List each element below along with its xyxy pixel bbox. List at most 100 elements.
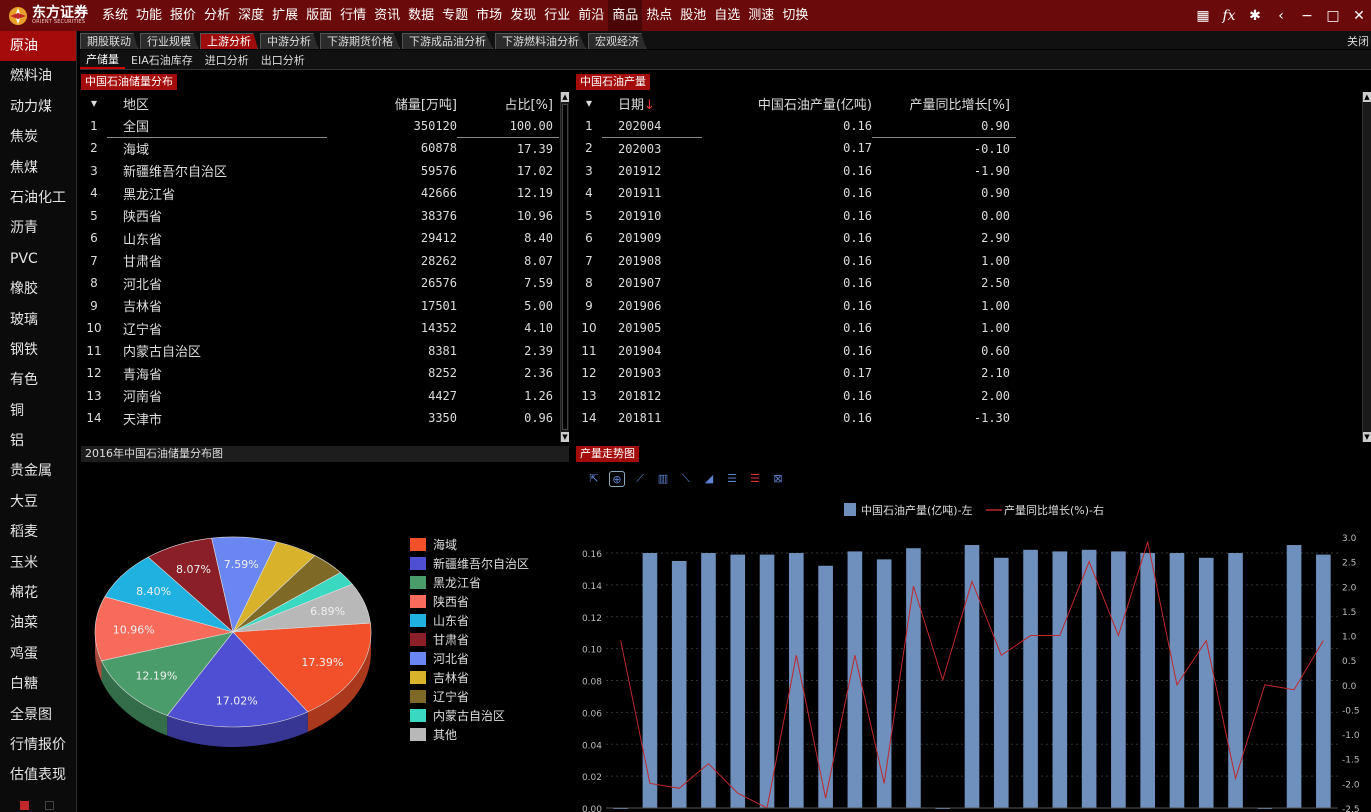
bar-5[interactable] [759, 554, 775, 808]
col-yoy[interactable]: 产量同比增长[%] [872, 92, 1016, 115]
bar-24[interactable] [1316, 554, 1331, 808]
table-row[interactable]: 12 青海省 8252 2.36 [81, 362, 559, 385]
legend-item[interactable]: 河北省 [410, 649, 529, 668]
sidebar-item-12[interactable]: 铜 [0, 396, 76, 426]
sidebar-item-18[interactable]: 棉花 [0, 578, 76, 608]
export-icon[interactable]: ⊠ [770, 471, 786, 487]
table-row[interactable]: 2 202003 0.17 -0.10 [576, 137, 1016, 160]
table-row[interactable]: 10 201905 0.16 1.00 [576, 317, 1016, 340]
menu-item-10[interactable]: 专题 [438, 0, 472, 31]
minimize-icon[interactable]: − [1299, 8, 1315, 24]
tab-0[interactable]: 期股联动 [80, 33, 138, 49]
sidebar-item-23[interactable]: 行情报价 [0, 730, 76, 760]
sidebar-item-24[interactable]: 估值表现 [0, 760, 76, 790]
sidebar-item-7[interactable]: PVC [0, 244, 76, 274]
sidebar-item-20[interactable]: 鸡蛋 [0, 639, 76, 669]
subtab-3[interactable]: 出口分析 [255, 52, 311, 68]
tab-1[interactable]: 行业规模 [140, 33, 198, 49]
legend-item[interactable]: 辽宁省 [410, 687, 529, 706]
gear-icon[interactable]: ✱ [1247, 8, 1263, 24]
bar-16[interactable] [1081, 549, 1097, 808]
table-row[interactable]: 6 山东省 29412 8.40 [81, 227, 559, 250]
grid-icon[interactable]: ▦ [1195, 8, 1211, 24]
bar-19[interactable] [1169, 553, 1185, 808]
bar-1[interactable] [642, 553, 658, 808]
sidebar-item-14[interactable]: 贵金属 [0, 456, 76, 486]
tab-4[interactable]: 下游期货价格 [320, 33, 400, 49]
subtab-0[interactable]: 产储量 [80, 51, 125, 69]
col-reserve[interactable]: 储量[万吨] [327, 92, 457, 115]
sidebar-item-17[interactable]: 玉米 [0, 548, 76, 578]
bar-17[interactable] [1111, 551, 1126, 808]
menu-item-4[interactable]: 深度 [234, 0, 268, 31]
menu-item-2[interactable]: 报价 [166, 0, 200, 31]
scroll-down-icon[interactable]: ▼ [1363, 432, 1371, 442]
table-row[interactable]: 4 201911 0.16 0.90 [576, 182, 1016, 205]
col-share[interactable]: 占比[%] [457, 92, 559, 115]
close-button[interactable]: 关闭 [1347, 33, 1369, 49]
bar-20[interactable] [1198, 557, 1214, 808]
zoom-icon[interactable]: ⊕ [609, 471, 625, 487]
legend-item[interactable]: 黑龙江省 [410, 573, 529, 592]
table-row[interactable]: 9 201906 0.16 1.00 [576, 295, 1016, 318]
menu-item-13[interactable]: 行业 [540, 0, 574, 31]
tab-7[interactable]: 宏观经济 [588, 33, 646, 49]
col-date[interactable]: 日期↓ [602, 92, 702, 115]
page-dot[interactable] [45, 801, 54, 810]
menu-item-19[interactable]: 测速 [744, 0, 778, 31]
sort-toggle-icon[interactable]: ▾ [576, 92, 602, 115]
col-output[interactable]: 中国石油产量(亿吨) [702, 92, 872, 115]
col-region[interactable]: 地区 [107, 92, 327, 115]
output-scrollbar[interactable]: ▲ ▼ [1362, 92, 1371, 442]
table-row[interactable]: 5 201910 0.16 0.00 [576, 205, 1016, 228]
legend-item[interactable]: 山东省 [410, 611, 529, 630]
subtab-2[interactable]: 进口分析 [199, 52, 255, 68]
table-row[interactable]: 4 黑龙江省 42666 12.19 [81, 182, 559, 205]
tab-2[interactable]: 上游分析 [200, 33, 258, 49]
bar-15[interactable] [1052, 551, 1068, 808]
close-icon[interactable]: ✕ [1351, 8, 1367, 24]
menu-item-14[interactable]: 前沿 [574, 0, 608, 31]
scroll-down-icon[interactable]: ▼ [561, 432, 569, 442]
table-row[interactable]: 8 201907 0.16 2.50 [576, 272, 1016, 295]
sidebar-item-5[interactable]: 石油化工 [0, 183, 76, 213]
bar-4[interactable] [730, 554, 746, 808]
bar-21[interactable] [1228, 553, 1243, 808]
sidebar-item-22[interactable]: 全景图 [0, 700, 76, 730]
menu-item-6[interactable]: 版面 [302, 0, 336, 31]
table-row[interactable]: 11 内蒙古自治区 8381 2.39 [81, 340, 559, 363]
menu-item-8[interactable]: 资讯 [370, 0, 404, 31]
table-row[interactable]: 8 河北省 26576 7.59 [81, 272, 559, 295]
page-dot-active[interactable] [20, 801, 29, 810]
sidebar-item-4[interactable]: 焦煤 [0, 153, 76, 183]
menu-item-1[interactable]: 功能 [132, 0, 166, 31]
sidebar-item-15[interactable]: 大豆 [0, 487, 76, 517]
table-row[interactable]: 11 201904 0.16 0.60 [576, 340, 1016, 363]
menu-item-0[interactable]: 系统 [98, 0, 132, 31]
menu-item-11[interactable]: 市场 [472, 0, 506, 31]
menu-item-12[interactable]: 发现 [506, 0, 540, 31]
table-row[interactable]: 13 201812 0.16 2.00 [576, 385, 1016, 408]
menu-item-20[interactable]: 切换 [778, 0, 812, 31]
scroll-thumb[interactable] [562, 104, 568, 430]
area-line-icon[interactable]: ⟍ [678, 471, 694, 487]
bar-chart-icon[interactable]: ▥ [655, 471, 671, 487]
table-row[interactable]: 2 海域 60878 17.39 [81, 137, 559, 160]
table-row[interactable]: 6 201909 0.16 2.90 [576, 227, 1016, 250]
bar-18[interactable] [1140, 553, 1155, 808]
scroll-up-icon[interactable]: ▲ [1363, 92, 1371, 102]
legend-item[interactable]: 内蒙古自治区 [410, 706, 529, 725]
sidebar-item-19[interactable]: 油菜 [0, 608, 76, 638]
menu-item-15[interactable]: 商品 [608, 0, 643, 31]
back-icon[interactable]: ‹ [1273, 8, 1289, 24]
sidebar-item-0[interactable]: 原油 [0, 31, 76, 62]
legend-item[interactable]: 陕西省 [410, 592, 529, 611]
sidebar-item-13[interactable]: 铝 [0, 426, 76, 456]
table-row[interactable]: 7 甘肃省 28262 8.07 [81, 250, 559, 273]
scroll-up-icon[interactable]: ▲ [561, 92, 569, 102]
sidebar-item-1[interactable]: 燃料油 [0, 61, 76, 91]
table-row[interactable]: 1 202004 0.16 0.90 [576, 114, 1016, 138]
subtab-1[interactable]: EIA石油库存 [125, 52, 199, 68]
sidebar-item-2[interactable]: 动力煤 [0, 92, 76, 122]
table-row[interactable]: 1 全国 350120 100.00 [81, 114, 559, 138]
